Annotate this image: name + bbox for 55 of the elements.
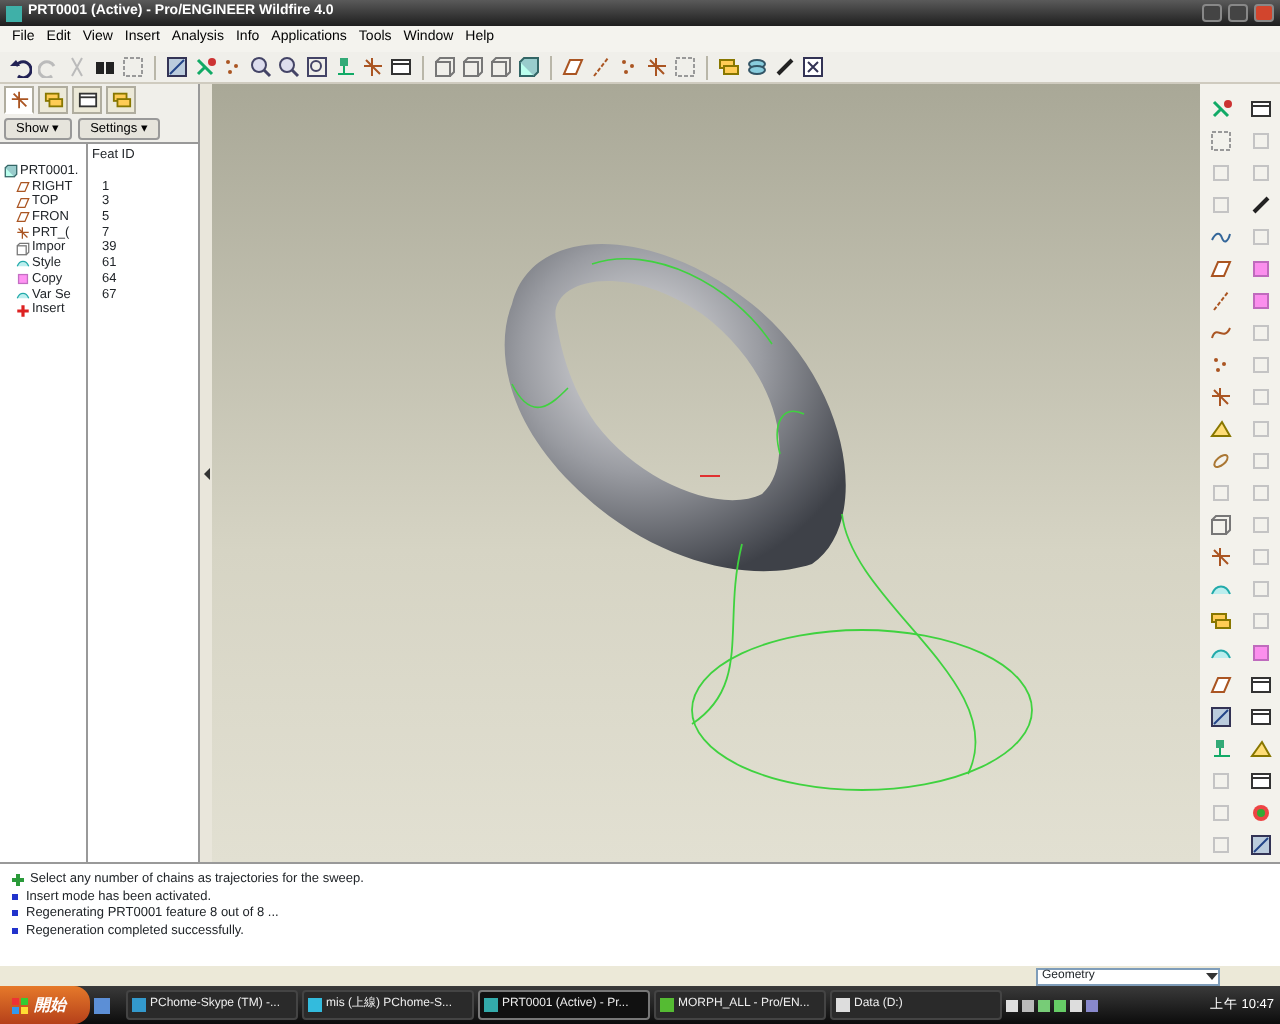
cube-icon[interactable] (488, 54, 514, 80)
frame-icon[interactable] (1247, 96, 1273, 122)
coordinate-system-icon[interactable] (360, 54, 386, 80)
selection-box-icon[interactable] (672, 54, 698, 80)
triangle-icon[interactable] (1207, 416, 1233, 442)
bullet-icon (12, 927, 20, 936)
quick-launch-icon[interactable] (94, 997, 110, 1013)
coordinate-system-icon[interactable] (1207, 384, 1233, 410)
app-icon (484, 998, 498, 1012)
shaded-cube-icon[interactable] (516, 54, 542, 80)
axis-icon[interactable] (588, 54, 614, 80)
app-icon (6, 5, 22, 21)
close-button[interactable] (1254, 4, 1274, 22)
app-icon (132, 998, 146, 1012)
coordinate-system-icon[interactable] (1207, 544, 1233, 570)
collapse-arrow-icon[interactable] (203, 467, 209, 479)
app-icon (308, 998, 322, 1012)
bullet-icon (12, 893, 20, 902)
ring-icon[interactable] (1207, 448, 1233, 474)
cube-icon[interactable] (1207, 512, 1233, 538)
plane-icon[interactable] (1207, 672, 1233, 698)
cube-icon[interactable] (460, 54, 486, 80)
cube-icon[interactable] (432, 54, 458, 80)
frame-icon[interactable] (1247, 768, 1273, 794)
selection-box-icon[interactable] (1207, 128, 1233, 154)
frame-icon[interactable] (388, 54, 414, 80)
app-icon (836, 998, 850, 1012)
plane-icon[interactable] (1207, 256, 1233, 282)
color-wheel-icon[interactable] (1247, 800, 1273, 826)
zoom-icon[interactable] (248, 54, 274, 80)
pencil-icon[interactable] (1247, 192, 1273, 218)
start-button[interactable]: 開始 (0, 986, 90, 1024)
windows-logo-icon (12, 997, 28, 1013)
zoom-icon[interactable] (276, 54, 302, 80)
navigator-tab[interactable] (72, 86, 102, 114)
minimize-button[interactable] (1202, 4, 1222, 22)
bullet-icon (12, 910, 20, 919)
maximize-button[interactable] (1228, 4, 1248, 22)
layers-icon[interactable] (1207, 608, 1233, 634)
tool-icon[interactable] (1247, 256, 1273, 282)
plane-icon[interactable] (560, 54, 586, 80)
coordinate-system-icon[interactable] (644, 54, 670, 80)
triangle-icon[interactable] (1247, 736, 1273, 762)
zoom-fit-icon[interactable] (304, 54, 330, 80)
undo-icon[interactable] (8, 54, 34, 80)
app-icon (660, 998, 674, 1012)
axis-icon[interactable] (1207, 288, 1233, 314)
frame-icon[interactable] (1247, 672, 1273, 698)
layers-icon[interactable] (716, 54, 742, 80)
tool-icon[interactable] (1247, 288, 1273, 314)
frame-icon[interactable] (1247, 704, 1273, 730)
pencil-icon[interactable] (772, 54, 798, 80)
dropdown-arrow-icon[interactable] (1206, 969, 1218, 981)
stack-icon[interactable] (744, 54, 770, 80)
window-icon[interactable] (800, 54, 826, 80)
